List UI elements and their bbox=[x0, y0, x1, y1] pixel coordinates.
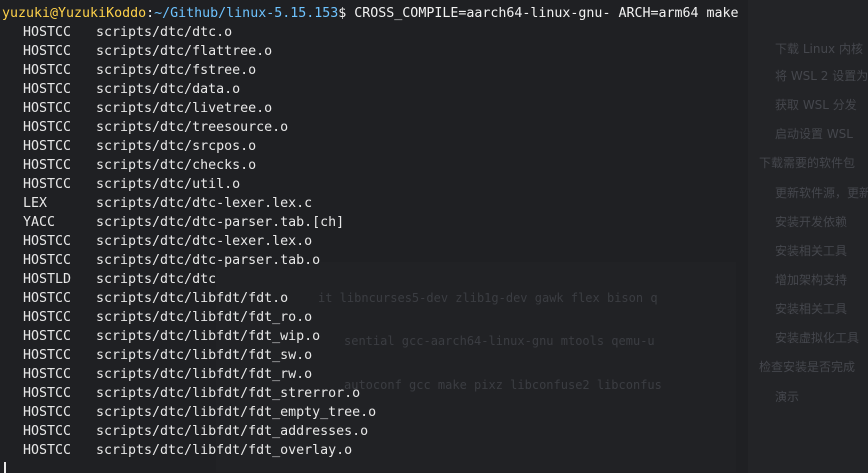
output-line: HOSTCC scripts/dtc/libfdt/fdt_rw.o bbox=[0, 365, 868, 384]
build-step-path: scripts/dtc/libfdt/fdt_addresses.o bbox=[96, 424, 369, 439]
output-line: HOSTCC scripts/dtc/libfdt/fdt_ro.o bbox=[0, 308, 868, 327]
build-step-tag: HOSTLD bbox=[23, 272, 72, 287]
terminal-cursor bbox=[4, 462, 6, 473]
build-step-path: scripts/dtc/dtc-lexer.lex.o bbox=[96, 234, 313, 249]
build-step-path: scripts/dtc/libfdt/fdt_sw.o bbox=[96, 348, 313, 363]
build-step-path: scripts/dtc/dtc-lexer.lex.c bbox=[96, 196, 313, 211]
output-line: LEX scripts/dtc/dtc-lexer.lex.c bbox=[0, 194, 868, 213]
terminal-output[interactable]: yuzuki@YuzukiKoddo:~/Github/linux-5.15.1… bbox=[0, 4, 868, 460]
output-line: HOSTCC scripts/dtc/data.o bbox=[0, 80, 868, 99]
build-step-path: scripts/dtc/libfdt/fdt_rw.o bbox=[96, 367, 313, 382]
build-step-path: scripts/dtc/dtc.o bbox=[96, 25, 233, 40]
build-step-path: scripts/dtc/fstree.o bbox=[96, 63, 257, 78]
build-step-tag: HOSTCC bbox=[23, 44, 72, 59]
build-step-path: scripts/dtc/data.o bbox=[96, 82, 241, 97]
build-step-tag: HOSTCC bbox=[23, 234, 72, 249]
build-step-tag: HOSTCC bbox=[23, 329, 72, 344]
build-step-path: scripts/dtc/flattree.o bbox=[96, 44, 273, 59]
build-step-path: scripts/dtc/util.o bbox=[96, 177, 241, 192]
output-line: HOSTCC scripts/dtc/libfdt/fdt_overlay.o bbox=[0, 441, 868, 460]
build-step-tag: YACC bbox=[23, 215, 56, 230]
output-line: HOSTCC scripts/dtc/treesource.o bbox=[0, 118, 868, 137]
build-step-path: scripts/dtc/libfdt/fdt.o bbox=[96, 291, 289, 306]
output-line: HOSTCC scripts/dtc/srcpos.o bbox=[0, 137, 868, 156]
output-line: HOSTCC scripts/dtc/libfdt/fdt_strerror.o bbox=[0, 384, 868, 403]
build-step-tag: HOSTCC bbox=[23, 139, 72, 154]
build-step-tag: HOSTCC bbox=[23, 310, 72, 325]
build-step-path: scripts/dtc/dtc-parser.tab.o bbox=[96, 253, 321, 268]
build-step-path: scripts/dtc/dtc bbox=[96, 272, 217, 287]
build-step-tag: HOSTCC bbox=[23, 291, 72, 306]
output-line: HOSTCC scripts/dtc/libfdt/fdt.o bbox=[0, 289, 868, 308]
shell-prompt-line: yuzuki@YuzukiKoddo:~/Github/linux-5.15.1… bbox=[0, 4, 868, 23]
build-step-tag: HOSTCC bbox=[23, 101, 72, 116]
build-step-path: scripts/dtc/dtc-parser.tab.[ch] bbox=[96, 215, 345, 230]
build-step-path: scripts/dtc/libfdt/fdt_empty_tree.o bbox=[96, 405, 377, 420]
build-step-path: scripts/dtc/treesource.o bbox=[96, 120, 289, 135]
build-step-tag: HOSTCC bbox=[23, 82, 72, 97]
build-step-tag: HOSTCC bbox=[23, 424, 72, 439]
output-line: HOSTCC scripts/dtc/livetree.o bbox=[0, 99, 868, 118]
build-step-tag: HOSTCC bbox=[23, 120, 72, 135]
output-line: HOSTCC scripts/dtc/libfdt/fdt_empty_tree.… bbox=[0, 403, 868, 422]
prompt-cwd: ~/Github/linux-5.15.153 bbox=[154, 6, 339, 21]
build-step-tag: HOSTCC bbox=[23, 25, 72, 40]
build-step-tag: HOSTCC bbox=[23, 405, 72, 420]
output-line: HOSTCC scripts/dtc/dtc-parser.tab.o bbox=[0, 251, 868, 270]
build-step-tag: HOSTCC bbox=[23, 253, 72, 268]
build-step-path: scripts/dtc/srcpos.o bbox=[96, 139, 257, 154]
build-step-tag: HOSTCC bbox=[23, 386, 72, 401]
build-output-lines: HOSTCC scripts/dtc/dtc.o HOSTCC scripts/dtc… bbox=[0, 23, 868, 460]
output-line: HOSTCC scripts/dtc/util.o bbox=[0, 175, 868, 194]
prompt-command: CROSS_COMPILE=aarch64-linux-gnu- ARCH=ar… bbox=[346, 6, 739, 21]
build-step-tag: HOSTCC bbox=[23, 177, 72, 192]
output-line: HOSTCC scripts/dtc/dtc-lexer.lex.o bbox=[0, 232, 868, 251]
output-line: HOSTLD scripts/dtc/dtc bbox=[0, 270, 868, 289]
build-step-path: scripts/dtc/libfdt/fdt_overlay.o bbox=[96, 443, 353, 458]
build-step-tag: LEX bbox=[23, 196, 48, 211]
output-line: HOSTCC scripts/dtc/libfdt/fdt_sw.o bbox=[0, 346, 868, 365]
build-step-path: scripts/dtc/libfdt/fdt_ro.o bbox=[96, 310, 313, 325]
output-line: HOSTCC scripts/dtc/libfdt/fdt_addresses.o bbox=[0, 422, 868, 441]
output-line: HOSTCC scripts/dtc/checks.o bbox=[0, 156, 868, 175]
output-line: HOSTCC scripts/dtc/flattree.o bbox=[0, 42, 868, 61]
prompt-user-host: yuzuki@YuzukiKoddo bbox=[2, 6, 147, 21]
output-line: HOSTCC scripts/dtc/dtc.o bbox=[0, 23, 868, 42]
build-step-tag: HOSTCC bbox=[23, 348, 72, 363]
prompt-separator: : bbox=[146, 6, 155, 21]
build-step-tag: HOSTCC bbox=[23, 63, 72, 78]
output-line: HOSTCC scripts/dtc/libfdt/fdt_wip.o bbox=[0, 327, 868, 346]
build-step-path: scripts/dtc/libfdt/fdt_strerror.o bbox=[96, 386, 361, 401]
output-line: YACC scripts/dtc/dtc-parser.tab.[ch] bbox=[0, 213, 868, 232]
terminal-window[interactable]: 下载 Linux 内核 将 WSL 2 设置为 获取 WSL 分发 启动设置 W… bbox=[0, 0, 868, 473]
build-step-tag: HOSTCC bbox=[23, 443, 72, 458]
build-step-path: scripts/dtc/checks.o bbox=[96, 158, 257, 173]
output-line: HOSTCC scripts/dtc/fstree.o bbox=[0, 61, 868, 80]
build-step-path: scripts/dtc/livetree.o bbox=[96, 101, 273, 116]
build-step-tag: HOSTCC bbox=[23, 158, 72, 173]
build-step-tag: HOSTCC bbox=[23, 367, 72, 382]
build-step-path: scripts/dtc/libfdt/fdt_wip.o bbox=[96, 329, 321, 344]
